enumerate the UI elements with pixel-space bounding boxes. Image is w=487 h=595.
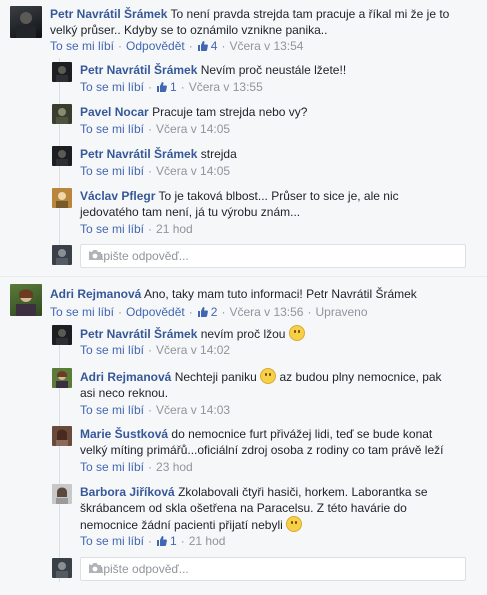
- like-count[interactable]: 2: [211, 305, 218, 319]
- reply-author[interactable]: Adri Rejmanová: [80, 370, 171, 384]
- like-count[interactable]: 4: [211, 39, 218, 53]
- comment-text: Ano, taky mam tuto informaci! Petr Navrá…: [144, 287, 417, 301]
- reply-meta: To se mi líbí · 1 · Včera v 13:55: [80, 79, 263, 97]
- comment-text: velký průser.. Kdyby se to oznámilo vzni…: [50, 23, 328, 37]
- reply-meta: To se mi líbí · Včera v 14:05: [80, 164, 231, 178]
- reply-text: velký míting primářů...oficiální zdroj o…: [80, 443, 444, 457]
- avatar[interactable]: [10, 284, 42, 316]
- reply-text: škrábancem od skla ošetřena na Paracelsu…: [80, 501, 407, 515]
- reply-author[interactable]: Barbora Jiříková: [80, 485, 175, 499]
- comment-text: To není pravda strejda tam pracuje a řík…: [170, 7, 450, 21]
- reply-body: Petr Navrátil Šrámek strejda: [80, 146, 470, 162]
- comment-meta: To se mi líbí · Odpovědět · 4 · Včera v 13:54: [50, 38, 303, 56]
- reply-link[interactable]: Odpovědět: [126, 39, 185, 53]
- timestamp[interactable]: Včera v 13:55: [189, 80, 263, 94]
- avatar[interactable]: [52, 368, 72, 388]
- thumbs-up-icon: [156, 535, 168, 551]
- like-count[interactable]: 1: [170, 534, 177, 548]
- reply-body: Barbora Jiříková Zkolabovali čtyři hasič…: [80, 484, 475, 533]
- avatar: [52, 245, 72, 265]
- avatar[interactable]: [52, 325, 72, 345]
- reply-body: Marie Šustková do nemocnice furt přiváže…: [80, 426, 475, 458]
- timestamp[interactable]: 21 hod: [189, 534, 226, 548]
- reply-input[interactable]: Napište odpověď...: [80, 557, 466, 581]
- reply-author[interactable]: Pavel Nocar: [80, 105, 149, 119]
- reply-author[interactable]: Petr Navrátil Šrámek: [80, 63, 197, 77]
- reply-author[interactable]: Marie Šustková: [80, 427, 168, 441]
- reply-thread-line: [59, 324, 60, 582]
- reply-text: az budou plny nemocnice, pak: [279, 370, 442, 384]
- comment-author[interactable]: Adri Rejmanová: [50, 287, 141, 301]
- like-link[interactable]: To se mi líbí: [80, 534, 144, 548]
- wink-icon: [286, 516, 303, 532]
- avatar[interactable]: [10, 6, 42, 38]
- reply-text: asi neco reknou.: [80, 386, 169, 400]
- reply-text: nevím proč lžou: [200, 327, 286, 341]
- reply-text: To je taková blbost... Průser to sice je…: [158, 189, 399, 203]
- comment-body: Adri Rejmanová Ano, taky mam tuto inform…: [50, 286, 470, 302]
- reply-author[interactable]: Petr Navrátil Šrámek: [80, 147, 197, 161]
- thumbs-up-icon: [156, 81, 168, 97]
- comment-meta: To se mi líbí · Odpovědět · 2 · Včera v 13:56 ·…: [50, 304, 368, 322]
- avatar[interactable]: [52, 426, 72, 446]
- reply-author[interactable]: Petr Navrátil Šrámek: [80, 327, 197, 341]
- reply-text: Nevím proč neustále lžete!!: [200, 63, 347, 77]
- timestamp[interactable]: Včera v 14:02: [156, 343, 230, 357]
- like-link[interactable]: To se mi líbí: [80, 122, 144, 136]
- like-link[interactable]: To se mi líbí: [50, 39, 114, 53]
- comment-author[interactable]: Petr Navrátil Šrámek: [50, 7, 167, 21]
- reply-text: Zkolabovali čtyři hasiči, horkem. Labora…: [178, 485, 428, 499]
- like-link[interactable]: To se mi líbí: [80, 460, 144, 474]
- avatar: [52, 558, 72, 578]
- timestamp[interactable]: Včera v 13:54: [229, 39, 303, 53]
- avatar[interactable]: [52, 104, 72, 124]
- reply-meta: To se mi líbí · Včera v 14:03: [80, 403, 231, 417]
- reply-body: Petr Navrátil Šrámek Nevím proč neustále…: [80, 62, 470, 78]
- reply-text: Nechteji paniku: [174, 370, 257, 384]
- reply-text: do nemocnice furt přivážej lidi, teď se …: [171, 427, 433, 441]
- reply-body: Petr Navrátil Šrámek nevím proč lžou: [80, 325, 470, 342]
- like-count[interactable]: 1: [170, 80, 177, 94]
- reply-input[interactable]: Napište odpověď...: [80, 244, 466, 268]
- timestamp[interactable]: Včera v 13:56: [229, 305, 303, 319]
- thumbs-up-icon: [197, 40, 209, 56]
- reply-meta: To se mi líbí · Včera v 14:02: [80, 343, 231, 357]
- timestamp[interactable]: Včera v 14:05: [156, 164, 230, 178]
- smiley-icon: [288, 325, 305, 341]
- reply-body: Adri Rejmanová Nechteji paniku az budou …: [80, 368, 470, 401]
- avatar[interactable]: [52, 188, 72, 208]
- reply-body: Pavel Nocar Pracuje tam strejda nebo vy?: [80, 104, 470, 120]
- reply-meta: To se mi líbí · 1 · 21 hod: [80, 533, 225, 551]
- timestamp[interactable]: 21 hod: [156, 222, 193, 236]
- camera-icon[interactable]: [88, 562, 459, 577]
- avatar[interactable]: [52, 62, 72, 82]
- like-link[interactable]: To se mi líbí: [50, 305, 114, 319]
- like-link[interactable]: To se mi líbí: [80, 343, 144, 357]
- like-link[interactable]: To se mi líbí: [80, 403, 144, 417]
- smiley-icon: [260, 368, 277, 384]
- comment-body: Petr Navrátil Šrámek To není pravda stre…: [50, 6, 470, 38]
- reply-text: nemocnice žádní pacienti přijatí nebyli: [80, 518, 283, 532]
- reply-text: strejda: [200, 147, 237, 161]
- reply-text: jedovatého tam není, já tu výrobu znám..…: [80, 205, 301, 219]
- reply-link[interactable]: Odpovědět: [126, 305, 185, 319]
- reply-meta: To se mi líbí · Včera v 14:05: [80, 122, 231, 136]
- reply-author[interactable]: Václav Pflegr: [80, 189, 155, 203]
- timestamp[interactable]: Včera v 14:03: [156, 403, 230, 417]
- timestamp[interactable]: Včera v 14:05: [156, 122, 230, 136]
- reply-text: Pracuje tam strejda nebo vy?: [152, 105, 308, 119]
- reply-meta: To se mi líbí · 21 hod: [80, 222, 193, 236]
- edited-label[interactable]: Upraveno: [315, 305, 367, 319]
- thumbs-up-icon: [197, 306, 209, 322]
- avatar[interactable]: [52, 146, 72, 166]
- reply-meta: To se mi líbí · 23 hod: [80, 460, 193, 474]
- avatar[interactable]: [52, 484, 72, 504]
- reply-body: Václav Pflegr To je taková blbost... Prů…: [80, 188, 470, 220]
- like-link[interactable]: To se mi líbí: [80, 164, 144, 178]
- timestamp[interactable]: 23 hod: [156, 460, 193, 474]
- camera-icon[interactable]: [88, 249, 459, 264]
- like-link[interactable]: To se mi líbí: [80, 80, 144, 94]
- divider: [0, 276, 487, 277]
- like-link[interactable]: To se mi líbí: [80, 222, 144, 236]
